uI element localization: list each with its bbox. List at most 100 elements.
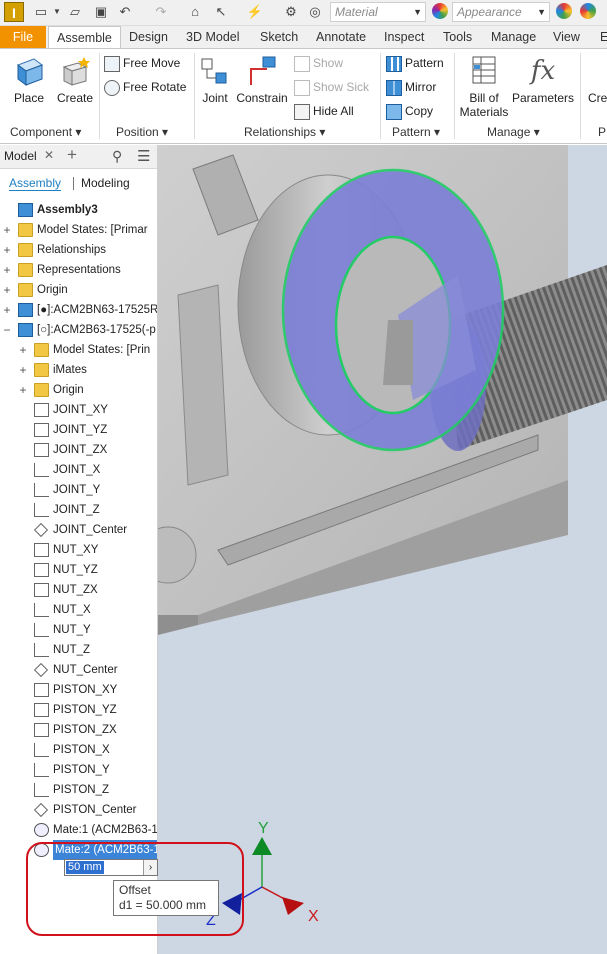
adjust-appearance-icon[interactable] [556,3,572,19]
tree-item[interactable]: + Model States: [Primar [0,220,157,240]
tree-item[interactable]: NUT_Center [0,660,157,680]
appearance-combo[interactable]: Appearance ▼ [452,2,550,22]
tree-item[interactable]: + Representations [0,260,157,280]
tree-item[interactable]: PISTON_Center [0,800,157,820]
tab-annotate[interactable]: Annotate [308,26,374,48]
x-axis-arrow-icon[interactable] [282,897,304,915]
mode-modeling[interactable]: Modeling [81,176,130,190]
tree-item[interactable]: − [○]:ACM2B63-17525(-p [0,320,157,340]
tree-item[interactable]: PISTON_YZ [0,700,157,720]
inventor-logo-icon[interactable]: I [4,2,24,22]
tree-item[interactable]: Mate:1 (ACM2B63-1 [0,820,157,840]
tree-item[interactable]: PISTON_X [0,740,157,760]
group-manage-label[interactable]: Manage ▾ [487,125,540,139]
show-button[interactable]: Show [294,53,343,73]
search-icon[interactable]: ⚲ [112,148,122,165]
constrain-button[interactable]: Constrain [236,55,288,105]
undo-icon[interactable]: ↶ [116,4,134,20]
expand-icon[interactable]: + [2,220,12,240]
tab-3d-model[interactable]: 3D Model [178,26,248,48]
group-relationships-label[interactable]: Relationships ▾ [244,125,325,139]
create-partial-button[interactable]: Cre [588,55,607,105]
expand-icon[interactable]: + [2,300,12,320]
tree-item[interactable]: PISTON_XY [0,680,157,700]
tab-tools[interactable]: Tools [435,26,480,48]
tree-item[interactable]: JOINT_ZX [0,440,157,460]
update-icon[interactable]: ⚡ [246,4,264,20]
ilogic-icon[interactable]: ◎ [306,4,324,20]
tree-item[interactable]: + Relationships [0,240,157,260]
tree-item[interactable]: PISTON_ZX [0,720,157,740]
place-button[interactable]: Place [8,55,50,105]
browser-menu-icon[interactable]: ☰ [137,147,150,165]
expand-icon[interactable]: + [2,260,12,280]
expand-icon[interactable]: + [18,380,28,400]
free-move-button[interactable]: Free Move [104,53,180,73]
tab-sketch[interactable]: Sketch [252,26,306,48]
mirror-button[interactable]: Mirror [386,77,436,97]
tab-inspect[interactable]: Inspect [376,26,432,48]
open-folder-icon[interactable]: ▱ [66,4,84,20]
measure-icon[interactable]: ⚙ [282,4,300,20]
group-component-label[interactable]: Component ▾ [10,125,81,139]
y-axis-arrow-icon[interactable] [252,837,272,855]
tab-environments[interactable]: E [592,26,607,48]
joint-button[interactable]: Joint [198,55,232,105]
tree-item[interactable]: PISTON_Y [0,760,157,780]
hide-all-button[interactable]: Hide All [294,101,354,121]
show-sick-button[interactable]: Show Sick [294,77,369,97]
expand-icon[interactable]: + [18,360,28,380]
free-rotate-button[interactable]: Free Rotate [104,77,186,97]
redo-icon[interactable]: ↷ [152,4,170,20]
copy-button[interactable]: Copy [386,101,433,121]
tree-item[interactable]: + [●]:ACM2BN63-17525R [0,300,157,320]
tree-item[interactable]: JOINT_Y [0,480,157,500]
tree-item[interactable]: NUT_Z [0,640,157,660]
material-combo[interactable]: Material ▼ [330,2,426,22]
constrain-icon [250,56,276,85]
collapse-icon[interactable]: − [2,320,12,340]
parameters-button[interactable]: fx Parameters [512,55,574,105]
pattern-button[interactable]: Pattern [386,53,444,73]
home-icon[interactable]: ⌂ [186,4,204,20]
tree-item[interactable]: JOINT_YZ [0,420,157,440]
tree-item-label: NUT_Y [53,624,91,636]
tree-item[interactable]: JOINT_Center [0,520,157,540]
tab-file[interactable]: File [0,26,46,48]
tree-item[interactable]: + iMates [0,360,157,380]
add-browser-tab-button[interactable]: + [67,145,77,165]
bill-of-materials-button[interactable]: Bill of Materials [458,55,510,119]
tree-item[interactable]: NUT_YZ [0,560,157,580]
save-icon[interactable]: ▣ [92,4,110,20]
tree-item-label: [○]:ACM2B63-17525(-p [37,324,156,336]
expand-icon[interactable]: + [2,240,12,260]
select-filter-icon[interactable]: ↖ [212,4,230,20]
browser-close-icon[interactable]: ✕ [44,148,54,162]
tree-item[interactable]: + Origin [0,380,157,400]
browser-title[interactable]: Model [4,149,37,163]
tree-item[interactable]: NUT_XY [0,540,157,560]
tab-design[interactable]: Design [121,26,176,48]
tree-item[interactable]: NUT_Y [0,620,157,640]
tree-item[interactable]: NUT_X [0,600,157,620]
clear-appearance-icon[interactable] [580,3,596,19]
dropdown-arrow-icon[interactable]: ▼ [48,4,66,20]
group-pattern-label[interactable]: Pattern ▾ [392,125,440,139]
tree-item[interactable]: JOINT_X [0,460,157,480]
group-productivity-label[interactable]: P [598,125,606,139]
tree-item[interactable]: PISTON_Z [0,780,157,800]
expand-icon[interactable]: + [2,280,12,300]
tree-item[interactable]: Assembly3 [0,200,157,220]
tree-item[interactable]: NUT_ZX [0,580,157,600]
expand-icon[interactable]: + [18,340,28,360]
tree-item[interactable]: JOINT_XY [0,400,157,420]
create-button[interactable]: Create [54,55,96,105]
tab-view[interactable]: View [545,26,588,48]
tree-item[interactable]: + Model States: [Prin [0,340,157,360]
tree-item[interactable]: + Origin [0,280,157,300]
tab-assemble[interactable]: Assemble [48,26,121,49]
tab-manage[interactable]: Manage [483,26,544,48]
tree-item[interactable]: JOINT_Z [0,500,157,520]
group-position-label[interactable]: Position ▾ [116,125,168,139]
mode-assembly[interactable]: Assembly [9,176,62,191]
